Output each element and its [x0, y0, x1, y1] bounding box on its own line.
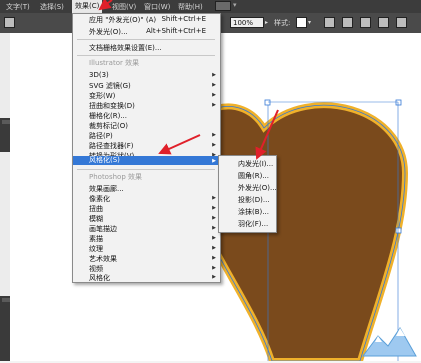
annotation-arrows — [98, 0, 279, 160]
arrow-to-stylize — [158, 134, 201, 155]
arrow-to-inner-glow — [255, 109, 279, 160]
watermark-logo — [362, 327, 417, 357]
arrow-to-effect-menu — [98, 0, 113, 11]
